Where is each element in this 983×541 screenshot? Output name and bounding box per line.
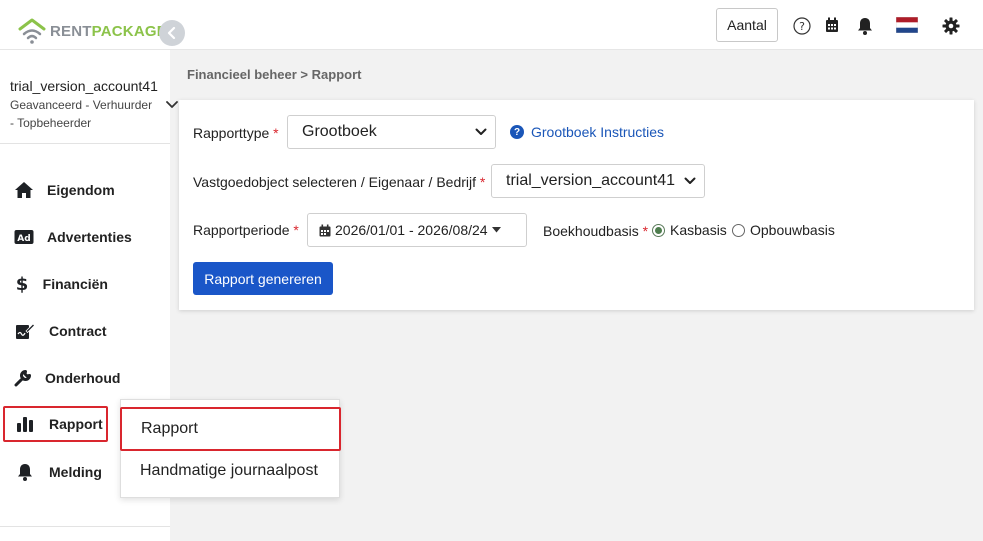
contract-icon <box>14 320 36 342</box>
submenu-item-handmatige-journaalpost[interactable]: Handmatige journaalpost <box>121 449 341 493</box>
submenu-item-rapport[interactable]: Rapport <box>120 407 341 451</box>
account-info[interactable]: trial_version_account41 Geavanceerd - Ve… <box>10 78 170 132</box>
grootboek-instructies-link[interactable]: ? Grootboek Instructies <box>510 124 664 140</box>
required-mark: * <box>479 174 486 190</box>
chevron-down-icon[interactable] <box>166 101 178 109</box>
sidebar-item-label: Rapport <box>49 416 103 432</box>
radio-unchecked[interactable] <box>732 223 745 237</box>
grootboek-instructies-text: Grootboek Instructies <box>531 124 665 140</box>
chevron-down-icon <box>684 177 696 184</box>
sidebar-item-eigendom[interactable]: Eigendom <box>3 172 115 208</box>
sidebar-item-advertenties[interactable]: Ad Advertenties <box>3 219 132 255</box>
object-value: trial_version_account41 <box>506 172 675 189</box>
sidebar-item-onderhoud[interactable]: Onderhoud <box>3 360 120 396</box>
chevron-left-icon <box>167 27 176 39</box>
dollar-icon: $ <box>14 273 30 295</box>
bar-chart-icon <box>14 413 36 435</box>
account-role-line1: Geavanceerd - Verhuurder <box>10 98 153 112</box>
generate-report-button[interactable]: Rapport genereren <box>193 262 333 295</box>
account-name: trial_version_account41 <box>10 78 158 94</box>
basis-option-kasbasis[interactable]: Kasbasis <box>652 222 727 238</box>
wifi-house-icon <box>18 18 46 44</box>
help-circle-icon: ? <box>510 125 524 139</box>
basis-option-label: Kasbasis <box>670 222 727 238</box>
sidebar-collapse-button[interactable] <box>159 20 185 46</box>
aantal-button[interactable]: Aantal <box>716 8 778 42</box>
top-bar: RENTPACKAGE Aantal ? <box>0 0 983 50</box>
gear-icon[interactable] <box>942 17 960 35</box>
sidebar-item-label: Contract <box>49 323 107 339</box>
required-mark: * <box>273 125 279 141</box>
rapporttype-select[interactable]: Grootboek <box>287 115 496 149</box>
rapporttype-value: Grootboek <box>302 123 377 140</box>
sidebar-item-label: Advertenties <box>47 229 132 245</box>
required-mark: * <box>642 223 649 239</box>
svg-text:$: $ <box>16 274 29 294</box>
breadcrumb: Financieel beheer > Rapport <box>187 67 362 82</box>
sidebar-item-melding[interactable]: Melding <box>3 454 108 490</box>
dutch-flag-icon[interactable] <box>896 17 918 33</box>
help-icon[interactable]: ? <box>793 17 811 35</box>
svg-text:?: ? <box>799 20 805 33</box>
wrench-icon <box>14 367 32 389</box>
account-role: Geavanceerd - Verhuurder - Topbeheerder <box>10 96 170 132</box>
basis-label-text: Boekhoudbasis <box>543 223 639 239</box>
bell-icon <box>14 461 36 483</box>
sidebar-item-label: Financiën <box>42 276 108 292</box>
chevron-down-icon <box>475 128 487 135</box>
basis-option-opbouwbasis[interactable]: Opbouwbasis <box>732 222 835 238</box>
logo-text-rent: RENT <box>50 22 92 40</box>
required-mark: * <box>293 222 299 238</box>
sidebar-item-financien[interactable]: $ Financiën <box>3 266 108 302</box>
home-icon <box>14 179 34 201</box>
svg-text:Ad: Ad <box>17 234 30 244</box>
sidebar-item-contract[interactable]: Contract <box>3 313 108 349</box>
basis-label: Boekhoudbasis * <box>543 223 648 239</box>
sidebar-divider <box>0 526 170 527</box>
sidebar-item-label: Onderhoud <box>45 370 121 386</box>
object-select[interactable]: trial_version_account41 <box>491 164 705 198</box>
object-label-text: Vastgoedobject selecteren / Eigenaar / B… <box>193 174 477 190</box>
logo[interactable]: RENTPACKAGE <box>18 18 167 44</box>
rapport-submenu: Rapport Handmatige journaalpost <box>120 399 341 498</box>
caret-down-icon <box>491 227 501 233</box>
sidebar-item-label: Eigendom <box>47 182 115 198</box>
sidebar-divider <box>0 143 170 144</box>
period-label: Rapportperiode * <box>193 222 299 238</box>
logo-text-package: PACKAGE <box>91 22 167 40</box>
period-label-text: Rapportperiode <box>193 222 290 238</box>
rapporttype-label: Rapporttype * <box>193 125 279 141</box>
basis-option-label: Opbouwbasis <box>750 222 835 238</box>
calendar-icon[interactable] <box>825 17 839 33</box>
period-value: 2026/01/01 - 2026/08/24 <box>335 222 488 238</box>
bell-icon[interactable] <box>857 17 873 35</box>
rapporttype-label-text: Rapporttype <box>193 125 270 141</box>
object-label: Vastgoedobject selecteren / Eigenaar / B… <box>193 174 485 190</box>
radio-checked[interactable] <box>652 223 665 237</box>
period-daterange-picker[interactable]: 2026/01/01 - 2026/08/24 <box>307 213 527 247</box>
sidebar-item-rapport[interactable]: Rapport <box>3 406 108 442</box>
ad-icon: Ad <box>14 226 34 248</box>
calendar-icon <box>319 224 331 236</box>
account-role-line2: - Topbeheerder <box>10 116 92 130</box>
sidebar-item-label: Melding <box>49 464 102 480</box>
